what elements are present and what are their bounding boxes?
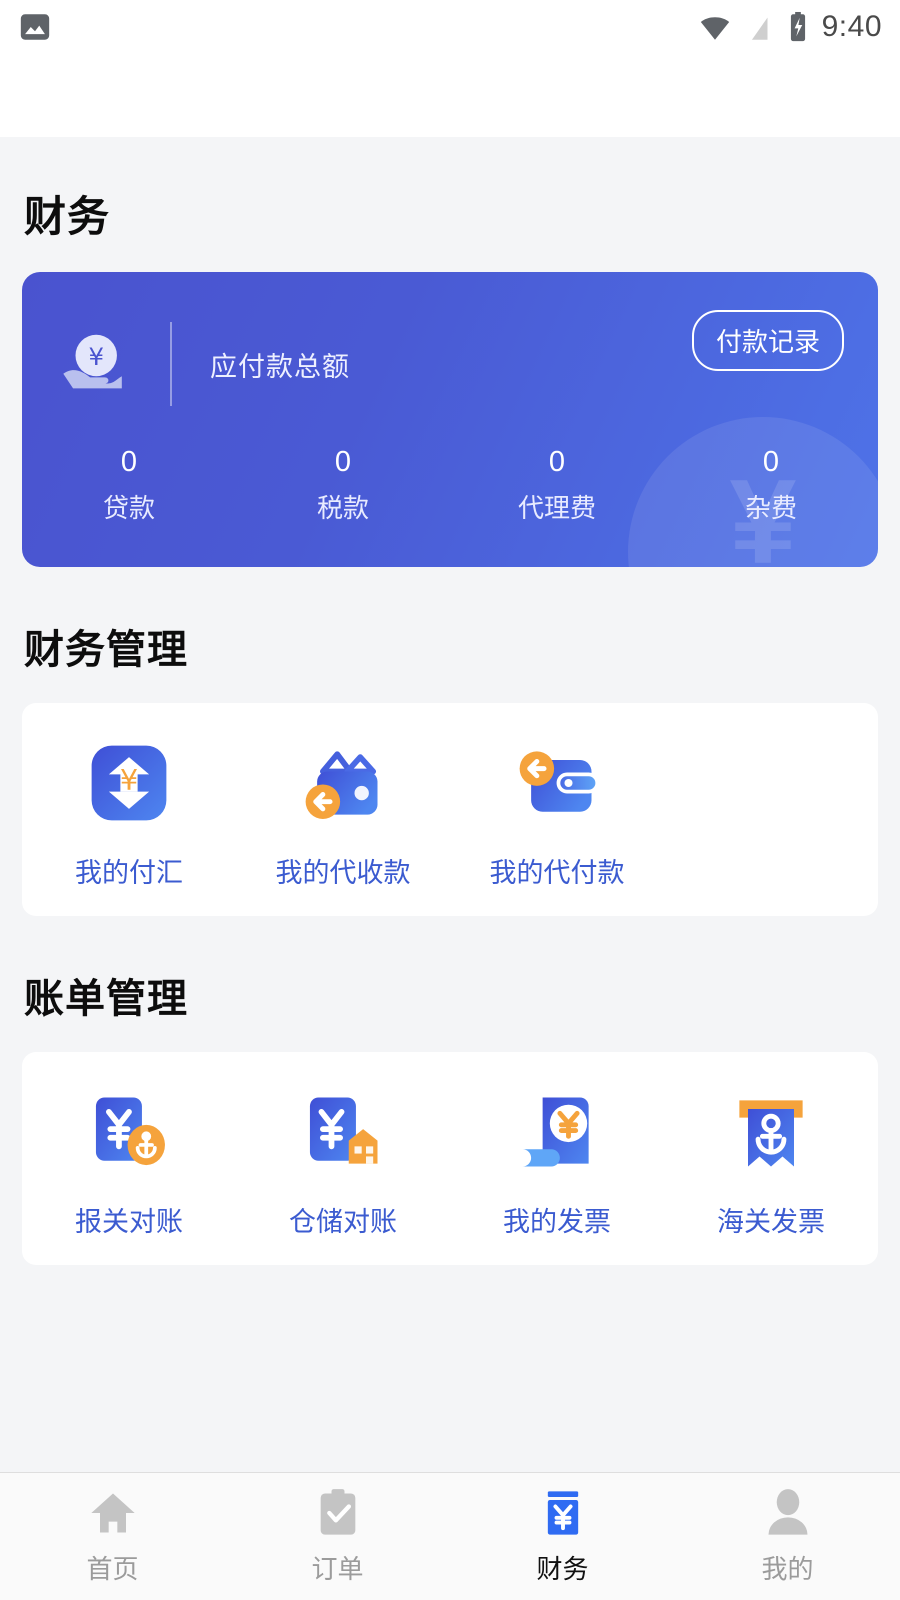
wallet-receive-icon	[305, 751, 378, 819]
home-icon	[90, 1493, 135, 1533]
tab-label: 订单	[311, 1554, 364, 1584]
bottom-tab-bar: 首页 订单 财务 我的	[0, 1472, 900, 1600]
menu-label: 我的代收款	[275, 858, 411, 888]
menu-item-warehouse-statement[interactable]: 仓储对账	[236, 1086, 450, 1239]
tab-mine[interactable]: 我的	[675, 1487, 900, 1586]
menu-item-my-remittance[interactable]: ¥ 我的付汇	[22, 737, 236, 890]
stat-item-misc-fee[interactable]: 0 杂费	[664, 444, 878, 525]
status-bar-right: 9:40	[698, 10, 882, 44]
tab-home[interactable]: 首页	[0, 1487, 225, 1586]
page-title: 财务	[24, 193, 111, 240]
menu-label: 仓储对账	[289, 1207, 397, 1237]
payable-summary-card: ¥ ¥ 应付款总额 付款记录 0 贷款 0 税款 0 代理费 0 杂费	[22, 272, 878, 567]
warehouse-statement-icon	[309, 1097, 378, 1164]
exchange-payment-icon: ¥	[91, 745, 167, 821]
menu-item-customs-statement[interactable]: 报关对账	[22, 1086, 236, 1239]
hand-holding-yuan-coin-icon: ¥	[63, 334, 122, 389]
invoice-icon	[522, 1097, 589, 1167]
battery-charging-icon	[790, 11, 805, 42]
payable-total-label: 应付款总额	[210, 351, 350, 382]
bill-management-grid: 报关对账 仓储对账 我的发票 海关发票	[22, 1086, 878, 1239]
stat-label: 税款	[316, 493, 369, 524]
stat-item-agency-fee[interactable]: 0 代理费	[450, 444, 664, 525]
stat-value: 0	[334, 446, 352, 478]
signal-off-icon	[747, 11, 770, 43]
stat-value: 0	[548, 446, 566, 478]
menu-item-my-collection[interactable]: 我的代收款	[236, 737, 450, 890]
stat-value: 0	[120, 446, 138, 478]
tab-finance[interactable]: 财务	[450, 1487, 675, 1586]
tab-label: 我的	[761, 1554, 814, 1584]
bill-management-card: 报关对账 仓储对账 我的发票 海关发票	[22, 1052, 878, 1265]
menu-item-my-invoice[interactable]: 我的发票	[450, 1086, 664, 1239]
svg-text:¥: ¥	[120, 763, 138, 797]
menu-label: 我的发票	[503, 1207, 611, 1237]
section-title-finance-management: 财务管理	[24, 628, 188, 672]
customs-invoice-icon	[739, 1100, 803, 1167]
menu-label: 报关对账	[75, 1207, 183, 1237]
image-icon	[20, 14, 50, 40]
grid-spacer	[664, 737, 878, 890]
tab-label: 首页	[86, 1554, 139, 1584]
payable-stats: 0 贷款 0 税款 0 代理费 0 杂费	[22, 444, 878, 525]
tab-orders[interactable]: 订单	[225, 1487, 450, 1586]
page-content: 财务 ¥ ¥ 应付款总额 付款记录 0 贷款 0 税款 0 代理费 0 杂费 财…	[0, 137, 900, 1472]
finance-management-grid: ¥ 我的付汇 我的代收款 我的代付款	[22, 737, 878, 890]
menu-label: 我的代付款	[489, 858, 625, 888]
card-header: ¥ 应付款总额 付款记录	[22, 272, 878, 406]
status-bar: 9:40	[0, 0, 900, 137]
section-title-bill-management: 账单管理	[24, 977, 188, 1021]
wallet-pay-icon	[519, 751, 600, 812]
stat-label: 贷款	[102, 493, 155, 524]
finance-management-card: ¥ 我的付汇 我的代收款 我的代付款	[22, 703, 878, 916]
status-bar-clock: 9:40	[821, 10, 882, 43]
menu-label: 我的付汇	[75, 858, 183, 888]
stat-item-tax[interactable]: 0 税款	[236, 444, 450, 525]
stat-item-loan[interactable]: 0 贷款	[22, 444, 236, 525]
clipboard-check-icon	[320, 1489, 355, 1535]
finance-yuan-icon	[547, 1491, 578, 1535]
stat-label: 杂费	[744, 493, 797, 524]
menu-item-my-payment[interactable]: 我的代付款	[450, 737, 664, 890]
wifi-icon	[700, 17, 729, 40]
stat-label: 代理费	[517, 493, 596, 524]
stat-value: 0	[762, 446, 780, 478]
status-bar-left	[18, 10, 52, 44]
person-icon	[768, 1489, 807, 1535]
menu-item-customs-invoice[interactable]: 海关发票	[664, 1086, 878, 1239]
payment-record-button[interactable]: 付款记录	[691, 310, 844, 371]
customs-statement-icon	[95, 1097, 165, 1166]
card-divider	[170, 322, 172, 406]
svg-text:¥: ¥	[88, 342, 104, 371]
menu-label: 海关发票	[717, 1207, 825, 1237]
tab-label: 财务	[536, 1554, 589, 1584]
